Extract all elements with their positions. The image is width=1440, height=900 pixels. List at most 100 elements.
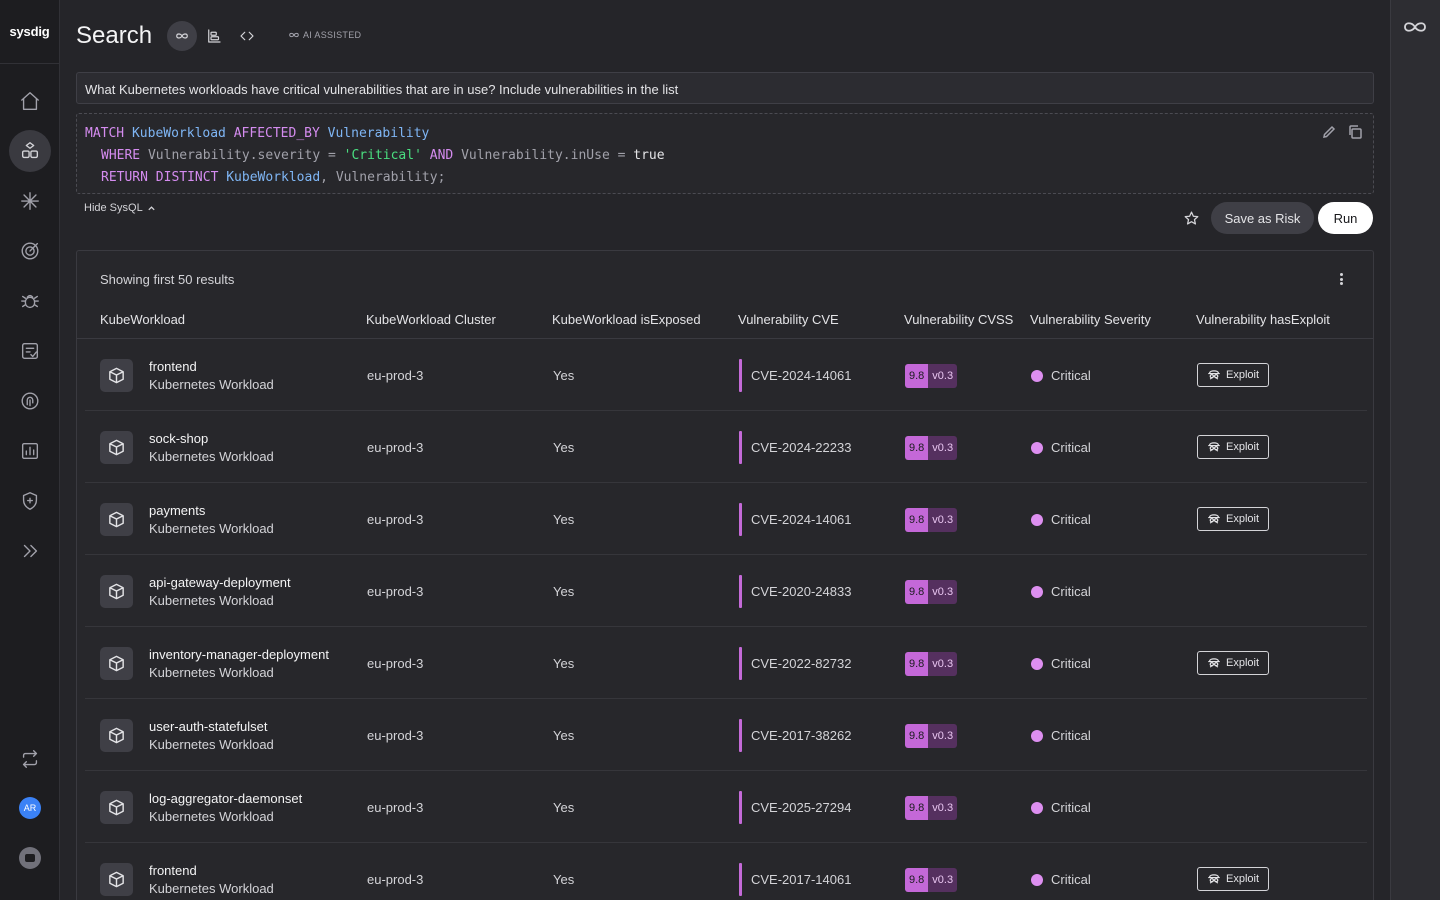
severity-cell: Critical — [1051, 656, 1091, 671]
hide-sysql-toggle[interactable]: Hide SysQL — [84, 202, 156, 214]
run-button[interactable]: Run — [1318, 202, 1373, 234]
workload-name[interactable]: frontend — [149, 359, 197, 374]
table-row[interactable]: payments Kubernetes Workload eu-prod-3 Yes C… — [85, 483, 1367, 555]
exploit-badge[interactable]: Exploit — [1197, 435, 1269, 459]
exploit-label: Exploit — [1225, 513, 1260, 525]
exploit-badge[interactable]: Exploit — [1197, 651, 1269, 675]
severity-dot — [1031, 514, 1043, 526]
exploit-label: Exploit — [1225, 369, 1260, 381]
nav-inventory-icon[interactable] — [9, 130, 51, 172]
nav-identity-fingerprint-icon[interactable] — [9, 380, 51, 422]
column-header[interactable]: Vulnerability Severity — [1030, 312, 1151, 327]
code-mode-icon[interactable] — [232, 21, 262, 51]
cvss-badge: 9.8 v0.3 — [905, 508, 958, 532]
sysql-entity: KubeWorkload — [226, 170, 321, 185]
workload-cube-icon — [100, 431, 133, 464]
sysdig-logo[interactable]: sysdig — [0, 0, 59, 64]
workload-cube-icon — [100, 719, 133, 752]
exploit-badge[interactable]: Exploit — [1197, 867, 1269, 891]
column-header[interactable]: KubeWorkload — [100, 312, 185, 327]
cve-cell[interactable]: CVE-2020-24833 — [751, 584, 851, 599]
more-options-kebab-icon[interactable] — [1337, 271, 1345, 287]
table-row[interactable]: user-auth-statefulset Kubernetes Workload… — [85, 699, 1367, 771]
cve-cell[interactable]: CVE-2017-38262 — [751, 728, 851, 743]
workload-name[interactable]: sock-shop — [149, 431, 208, 446]
table-row[interactable]: log-aggregator-daemonset Kubernetes Workl… — [85, 771, 1367, 843]
ai-assistant-infinity-icon[interactable] — [1401, 16, 1429, 38]
cluster-cell: eu-prod-3 — [367, 512, 424, 527]
exploit-badge[interactable]: Exploit — [1197, 507, 1269, 531]
workload-type: Kubernetes Workload — [149, 809, 274, 824]
column-header[interactable]: Vulnerability CVSS — [904, 312, 1013, 327]
table-row[interactable]: api-gateway-deployment Kubernetes Workloa… — [85, 555, 1367, 627]
user-avatar[interactable]: AR — [19, 797, 41, 819]
cve-severity-bar — [739, 791, 742, 824]
sysql-tools — [1321, 124, 1363, 148]
workload-type: Kubernetes Workload — [149, 737, 274, 752]
natural-language-query-input[interactable]: What Kubernetes workloads have critical … — [76, 72, 1374, 104]
favorite-star-icon[interactable] — [1180, 207, 1202, 229]
sysql-editor[interactable]: MATCH KubeWorkload AFFECTED_BY Vulnerabi… — [76, 113, 1374, 194]
table-row[interactable]: inventory-manager-deployment Kubernetes W… — [85, 627, 1367, 699]
sysql-punct: , — [320, 170, 328, 185]
cve-cell[interactable]: CVE-2024-14061 — [751, 512, 851, 527]
nav-posture-checklist-icon[interactable] — [9, 330, 51, 372]
nav-reports-chart-icon[interactable] — [9, 430, 51, 472]
cve-cell[interactable]: CVE-2017-14061 — [751, 872, 851, 887]
table-row[interactable]: frontend Kubernetes Workload eu-prod-3 Yes C… — [85, 339, 1367, 411]
cve-cell[interactable]: CVE-2024-22233 — [751, 440, 851, 455]
workload-name[interactable]: user-auth-statefulset — [149, 719, 268, 734]
workload-name[interactable]: payments — [149, 503, 205, 518]
cve-severity-bar — [739, 575, 742, 608]
cve-cell[interactable]: CVE-2024-14061 — [751, 368, 851, 383]
exploit-label: Exploit — [1225, 873, 1260, 885]
cvss-version: v0.3 — [928, 508, 958, 532]
exploit-spy-icon — [1207, 871, 1221, 888]
sysql-line-2: WHERE Vulnerability.severity = 'Critical… — [85, 145, 1365, 167]
column-header[interactable]: KubeWorkload Cluster — [366, 312, 496, 327]
edit-pencil-icon[interactable] — [1321, 124, 1337, 148]
exploit-badge[interactable]: Exploit — [1197, 363, 1269, 387]
copy-icon[interactable] — [1347, 124, 1363, 148]
cvss-version: v0.3 — [928, 364, 958, 388]
exposed-cell: Yes — [553, 512, 575, 527]
table-header: KubeWorkload KubeWorkload Cluster KubeWo… — [77, 309, 1373, 339]
nav-threats-icon[interactable] — [9, 180, 51, 222]
table-row[interactable]: frontend Kubernetes Workload eu-prod-3 Yes C… — [85, 843, 1367, 900]
cvss-badge: 9.8 v0.3 — [905, 796, 958, 820]
ai-mode-infinity-icon[interactable] — [167, 21, 197, 51]
severity-cell: Critical — [1051, 440, 1091, 455]
column-header[interactable]: KubeWorkload isExposed — [552, 312, 701, 327]
sysql-keyword: RETURN DISTINCT — [101, 170, 219, 185]
column-header[interactable]: Vulnerability hasExploit — [1196, 312, 1330, 327]
builder-mode-icon[interactable] — [199, 21, 229, 51]
nav-risk-target-icon[interactable] — [9, 230, 51, 272]
workload-name[interactable]: inventory-manager-deployment — [149, 647, 329, 662]
cvss-score: 9.8 — [905, 508, 929, 532]
help-chat-icon[interactable] — [19, 847, 41, 869]
table-row[interactable]: sock-shop Kubernetes Workload eu-prod-3 Yes… — [85, 411, 1367, 483]
cvss-version: v0.3 — [928, 436, 958, 460]
workload-name[interactable]: api-gateway-deployment — [149, 575, 291, 590]
nav-policies-shield-icon[interactable] — [9, 480, 51, 522]
nav-vulnerabilities-bug-icon[interactable] — [9, 280, 51, 322]
workload-name[interactable]: frontend — [149, 863, 197, 878]
exploit-spy-icon — [1207, 655, 1221, 672]
column-header[interactable]: Vulnerability CVE — [738, 312, 839, 327]
save-as-risk-button[interactable]: Save as Risk — [1211, 202, 1314, 234]
nav-switch-arrows-icon[interactable] — [9, 738, 51, 780]
sysql-entity: KubeWorkload — [131, 126, 226, 141]
sysql-keyword: AND — [429, 148, 454, 163]
exposed-cell: Yes — [553, 656, 575, 671]
cvss-score: 9.8 — [905, 580, 929, 604]
cve-cell[interactable]: CVE-2025-27294 — [751, 800, 851, 815]
workload-name[interactable]: log-aggregator-daemonset — [149, 791, 302, 806]
severity-dot — [1031, 658, 1043, 670]
ai-infinity-icon — [289, 32, 299, 38]
workload-cube-icon — [100, 503, 133, 536]
nav-expand-chevrons-icon[interactable] — [9, 530, 51, 572]
cve-severity-bar — [739, 719, 742, 752]
nav-home-icon[interactable] — [9, 80, 51, 122]
cvss-badge: 9.8 v0.3 — [905, 580, 958, 604]
cve-cell[interactable]: CVE-2022-82732 — [751, 656, 851, 671]
